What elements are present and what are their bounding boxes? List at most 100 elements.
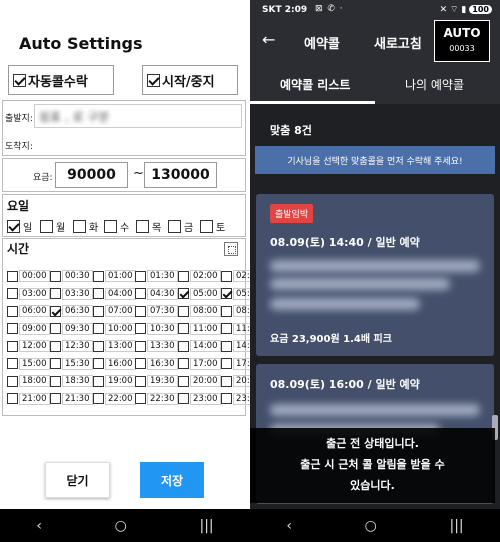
time-checkbox[interactable] bbox=[50, 323, 61, 334]
time-checkbox[interactable] bbox=[178, 323, 189, 334]
destination-input[interactable] bbox=[34, 132, 242, 152]
time-checkbox[interactable] bbox=[7, 270, 18, 282]
day-option[interactable]: 목 bbox=[136, 219, 161, 234]
time-slot[interactable]: 00:00 bbox=[7, 270, 50, 282]
time-checkbox[interactable] bbox=[221, 270, 232, 282]
time-slot[interactable]: 04:30 bbox=[135, 287, 178, 300]
time-slot[interactable]: 03:30 bbox=[50, 287, 93, 300]
origin-input[interactable]: 쉼표 , 로 구분 bbox=[34, 104, 242, 128]
time-checkbox[interactable] bbox=[221, 375, 232, 387]
auto-accept-toggle[interactable]: 자동콜수락 bbox=[8, 65, 114, 95]
nav-back-icon[interactable]: ‹ bbox=[286, 518, 292, 534]
time-checkbox[interactable] bbox=[50, 305, 61, 317]
day-checkbox[interactable] bbox=[73, 220, 86, 233]
time-slot[interactable]: 21:00 bbox=[7, 392, 50, 405]
day-checkbox[interactable] bbox=[168, 220, 181, 233]
time-slot[interactable]: 13:30 bbox=[135, 340, 178, 352]
day-option[interactable]: 일 bbox=[7, 219, 32, 234]
time-checkbox[interactable] bbox=[50, 288, 61, 299]
day-option[interactable]: 금 bbox=[168, 219, 193, 234]
back-arrow-icon[interactable]: ← bbox=[262, 30, 275, 49]
time-slot[interactable]: 12:00 bbox=[7, 340, 50, 352]
time-checkbox[interactable] bbox=[50, 270, 61, 282]
fee-max-input[interactable]: 130000 bbox=[144, 162, 217, 188]
time-checkbox[interactable] bbox=[7, 340, 18, 352]
nav-home-icon[interactable]: ○ bbox=[365, 518, 377, 534]
reservation-card[interactable]: 출발임박 08.09(토) 14:40 / 일반 예약 요금 23,900원 1… bbox=[256, 194, 494, 356]
day-checkbox[interactable] bbox=[104, 220, 117, 233]
time-slot[interactable]: 20:00 bbox=[178, 375, 221, 387]
close-button[interactable]: 닫기 bbox=[45, 462, 110, 498]
time-slot[interactable]: 05:30 bbox=[221, 287, 250, 300]
time-slot[interactable]: 17:00 bbox=[178, 357, 221, 370]
day-option[interactable]: 수 bbox=[104, 219, 129, 234]
time-slot[interactable]: 14:00 bbox=[178, 340, 221, 352]
time-checkbox[interactable] bbox=[93, 270, 104, 282]
time-checkbox[interactable] bbox=[93, 305, 104, 317]
time-slot[interactable]: 06:00 bbox=[7, 305, 50, 317]
time-checkbox[interactable] bbox=[178, 288, 189, 299]
time-checkbox[interactable] bbox=[221, 340, 232, 352]
day-checkbox[interactable] bbox=[7, 220, 20, 233]
time-checkbox[interactable] bbox=[221, 305, 232, 317]
time-slot[interactable]: 16:30 bbox=[135, 357, 178, 370]
time-slot[interactable]: 22:00 bbox=[93, 392, 136, 405]
time-slot[interactable]: 18:30 bbox=[50, 375, 93, 387]
start-stop-toggle[interactable]: 시작/중지 bbox=[142, 65, 238, 95]
time-slot[interactable]: 13:00 bbox=[93, 340, 136, 352]
time-checkbox[interactable] bbox=[135, 323, 146, 334]
day-option[interactable]: 토 bbox=[200, 219, 225, 234]
time-checkbox[interactable] bbox=[135, 305, 146, 317]
time-slot[interactable]: 01:30 bbox=[135, 270, 178, 282]
time-checkbox[interactable] bbox=[221, 358, 232, 369]
auto-accept-checkbox[interactable] bbox=[13, 73, 26, 87]
time-slot[interactable]: 10:30 bbox=[135, 322, 178, 335]
time-checkbox[interactable] bbox=[7, 375, 18, 387]
time-slot[interactable]: 08:30 bbox=[221, 305, 250, 317]
time-slot[interactable]: 09:00 bbox=[7, 322, 50, 335]
time-slot[interactable]: 11:30 bbox=[221, 322, 250, 335]
time-slot[interactable]: 14:30 bbox=[221, 340, 250, 352]
nav-home-icon[interactable]: ○ bbox=[115, 518, 127, 534]
time-slot[interactable]: 19:30 bbox=[135, 375, 178, 387]
time-checkbox[interactable] bbox=[93, 288, 104, 299]
select-all-icon[interactable] bbox=[224, 242, 238, 256]
time-slot[interactable]: 02:30 bbox=[221, 270, 250, 282]
time-slot[interactable]: 07:00 bbox=[93, 305, 136, 317]
time-slot[interactable]: 05:00 bbox=[178, 287, 221, 300]
time-slot[interactable]: 00:30 bbox=[50, 270, 93, 282]
time-checkbox[interactable] bbox=[135, 393, 146, 404]
time-checkbox[interactable] bbox=[178, 358, 189, 369]
time-slot[interactable]: 21:30 bbox=[50, 392, 93, 405]
time-slot[interactable]: 03:00 bbox=[7, 287, 50, 300]
time-checkbox[interactable] bbox=[221, 323, 232, 334]
time-slot[interactable]: 12:30 bbox=[50, 340, 93, 352]
time-slot[interactable]: 04:00 bbox=[93, 287, 136, 300]
time-checkbox[interactable] bbox=[93, 340, 104, 352]
time-checkbox[interactable] bbox=[135, 340, 146, 352]
time-checkbox[interactable] bbox=[7, 358, 18, 369]
time-slot[interactable]: 16:00 bbox=[93, 357, 136, 370]
time-checkbox[interactable] bbox=[50, 393, 61, 404]
fee-min-input[interactable]: 90000 bbox=[55, 162, 128, 188]
time-slot[interactable]: 19:00 bbox=[93, 375, 136, 387]
time-slot[interactable]: 02:00 bbox=[178, 270, 221, 282]
time-checkbox[interactable] bbox=[93, 393, 104, 404]
time-slot[interactable]: 07:30 bbox=[135, 305, 178, 317]
time-slot[interactable]: 09:30 bbox=[50, 322, 93, 335]
auto-badge[interactable]: AUTO 00033 bbox=[434, 20, 490, 62]
time-checkbox[interactable] bbox=[178, 340, 189, 352]
refresh-button[interactable]: 새로고침 bbox=[374, 33, 422, 52]
time-checkbox[interactable] bbox=[178, 270, 189, 282]
nav-recents-icon[interactable]: ||| bbox=[200, 518, 214, 534]
time-checkbox[interactable] bbox=[135, 288, 146, 299]
time-slot[interactable]: 23:00 bbox=[178, 392, 221, 405]
time-slot[interactable]: 22:30 bbox=[135, 392, 178, 405]
day-checkbox[interactable] bbox=[200, 220, 213, 233]
tab-reservation-list[interactable]: 예약콜 리스트 bbox=[280, 76, 350, 93]
time-slot[interactable]: 06:30 bbox=[50, 305, 93, 317]
time-slot[interactable]: 20:30 bbox=[221, 375, 250, 387]
time-checkbox[interactable] bbox=[135, 270, 146, 282]
nav-recents-icon[interactable]: ||| bbox=[450, 518, 464, 534]
time-slot[interactable]: 08:00 bbox=[178, 305, 221, 317]
